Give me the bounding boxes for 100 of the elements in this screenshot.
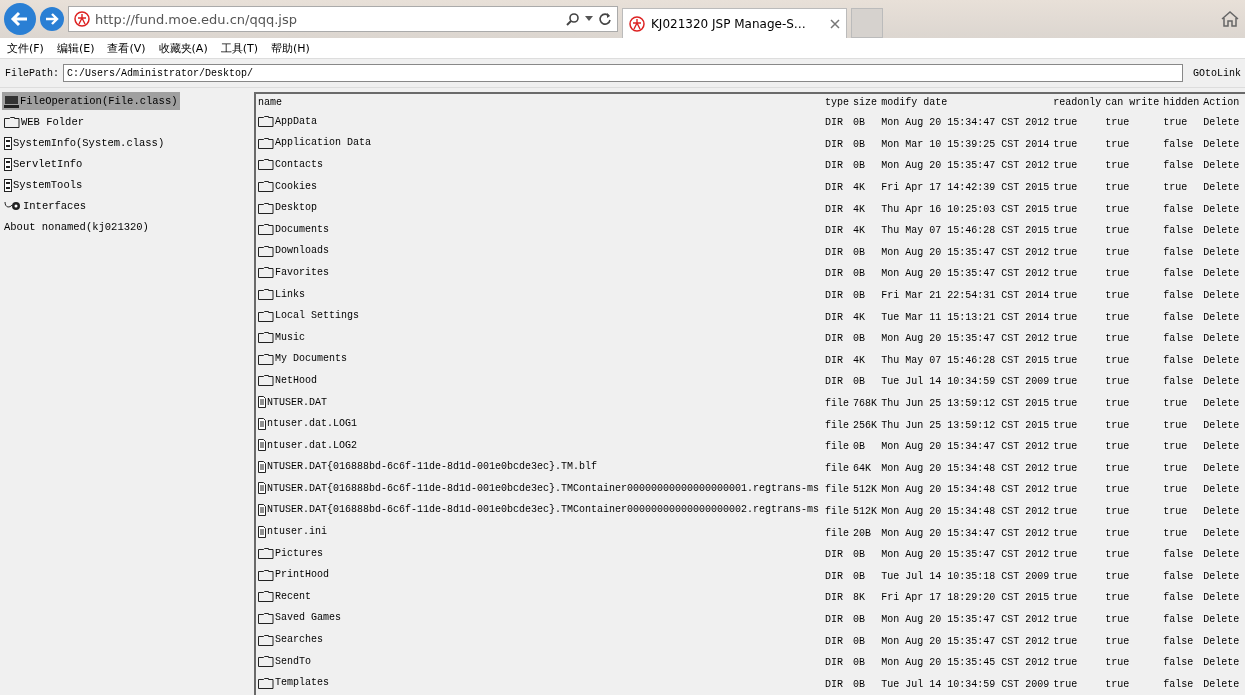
delete-link[interactable]: Delete: [1201, 155, 1242, 177]
file-name[interactable]: Downloads: [258, 244, 329, 257]
table-cell-text: false: [1162, 353, 1195, 368]
file-name[interactable]: PrintHood: [258, 568, 329, 581]
sidebar-item[interactable]: Interfaces: [2, 197, 88, 215]
file-name[interactable]: Application Data: [258, 136, 371, 149]
table-cell-text: true: [1104, 634, 1131, 649]
table-cell-text: true: [1104, 289, 1131, 304]
file-name[interactable]: NTUSER.DAT{016888bd-6c6f-11de-8d1d-001e0bcde3ec}.TMContainer00000000000000000002.regtrans-ms: [258, 504, 820, 516]
table-cell-text: true: [1052, 591, 1079, 606]
filepath-field[interactable]: C:/Users/Administrator/Desktop/: [63, 64, 1183, 82]
table-cell-text: true: [1104, 159, 1131, 174]
table-cell-text: true: [1162, 181, 1189, 196]
delete-link[interactable]: Delete: [1201, 479, 1242, 501]
file-name[interactable]: Documents: [258, 223, 329, 236]
table-cell-text: false: [1162, 656, 1195, 671]
delete-link[interactable]: Delete: [1201, 608, 1242, 631]
browser-tab[interactable]: KJ021320 JSP Manage-S…: [622, 8, 847, 38]
delete-link[interactable]: Delete: [1201, 435, 1242, 458]
close-icon[interactable]: [830, 18, 840, 29]
delete-link[interactable]: Delete: [1201, 176, 1242, 199]
table-cell-text: true: [1052, 483, 1079, 498]
file-name[interactable]: Cookies: [258, 180, 317, 193]
delete-link[interactable]: Delete: [1201, 306, 1242, 328]
back-button[interactable]: [4, 3, 36, 35]
file-name[interactable]: Local Settings: [258, 309, 359, 322]
file-name[interactable]: Saved Games: [258, 611, 341, 624]
delete-link[interactable]: Delete: [1201, 651, 1242, 674]
delete-link[interactable]: Delete: [1201, 457, 1242, 480]
delete-link[interactable]: Delete: [1201, 587, 1242, 609]
table-cell-text: Mon Aug 20 15:35:47 CST 2012: [880, 267, 1051, 282]
delete-link[interactable]: Delete: [1201, 565, 1242, 588]
delete-link[interactable]: Delete: [1201, 392, 1242, 415]
dropdown-caret-icon[interactable]: [585, 16, 593, 22]
delete-link[interactable]: Delete: [1201, 112, 1242, 134]
delete-link[interactable]: Delete: [1201, 500, 1242, 523]
file-name[interactable]: ntuser.dat.LOG1: [258, 417, 357, 430]
table-cell-text: true: [1052, 116, 1079, 131]
menu-item[interactable]: 编辑(E): [51, 40, 103, 56]
delete-link[interactable]: Delete: [1201, 630, 1242, 652]
file-name[interactable]: NTUSER.DAT{016888bd-6c6f-11de-8d1d-001e0bcde3ec}.TM.blf: [258, 460, 598, 473]
forward-button[interactable]: [40, 7, 64, 31]
table-cell-text: file: [824, 418, 851, 433]
delete-link[interactable]: Delete: [1201, 327, 1242, 350]
file-name[interactable]: NTUSER.DAT{016888bd-6c6f-11de-8d1d-001e0bcde3ec}.TMContainer00000000000000000001.regtrans-ms: [258, 482, 820, 495]
menu-item[interactable]: 帮助(H): [266, 40, 318, 56]
delete-link[interactable]: Delete: [1201, 263, 1242, 285]
delete-link[interactable]: Delete: [1201, 349, 1242, 372]
menu-item[interactable]: 文件(F): [2, 40, 52, 56]
delete-link[interactable]: Delete: [1201, 371, 1242, 393]
refresh-icon[interactable]: [598, 12, 612, 26]
table-cell-text: file: [824, 461, 851, 476]
table-cell-text: DIR: [824, 612, 845, 627]
sidebar-item[interactable]: FileOperation(File.class): [2, 92, 180, 110]
table-cell-text: true: [1104, 440, 1131, 455]
menu-item[interactable]: 查看(V): [102, 40, 154, 56]
delete-link[interactable]: Delete: [1201, 219, 1242, 242]
file-name[interactable]: SendTo: [258, 655, 311, 668]
table-cell-text: true: [1104, 505, 1131, 519]
delete-link[interactable]: Delete: [1201, 673, 1242, 695]
column-header: modify date: [880, 96, 949, 110]
sidebar-item[interactable]: SystemInfo(System.class): [2, 134, 167, 152]
table-cell-text: true: [1104, 181, 1131, 196]
sidebar-item[interactable]: WEB Folder: [2, 113, 86, 131]
file-name[interactable]: Contacts: [258, 158, 323, 171]
sidebar-item[interactable]: ServletInfo: [2, 155, 85, 173]
file-name[interactable]: ntuser.dat.LOG2: [258, 439, 357, 452]
go-to-link-button[interactable]: GOtoLink: [1187, 67, 1242, 79]
delete-link[interactable]: Delete: [1201, 522, 1242, 544]
file-name[interactable]: Links: [258, 288, 305, 301]
file-name[interactable]: Desktop: [258, 201, 317, 214]
sidebar-item[interactable]: About nonamed(kj021320): [2, 218, 151, 236]
table-cell-text: true: [1162, 483, 1189, 498]
file-name[interactable]: Music: [258, 331, 305, 344]
table-cell-text: file: [824, 440, 851, 455]
file-name[interactable]: My Documents: [258, 352, 347, 365]
delete-link[interactable]: Delete: [1201, 414, 1242, 436]
file-name[interactable]: AppData: [258, 115, 317, 128]
address-bar[interactable]: http://fund.moe.edu.cn/qqq.jsp: [68, 6, 618, 32]
delete-link[interactable]: Delete: [1201, 198, 1242, 220]
file-name[interactable]: Favorites: [258, 266, 329, 279]
sidebar-item[interactable]: SystemTools: [2, 176, 85, 194]
folder-icon: [258, 374, 274, 387]
folder-icon: [258, 331, 274, 344]
delete-link[interactable]: Delete: [1201, 543, 1242, 566]
file-name[interactable]: NetHood: [258, 374, 317, 387]
file-name[interactable]: Pictures: [258, 547, 323, 560]
file-name[interactable]: Recent: [258, 590, 311, 603]
table-cell-text: false: [1162, 634, 1195, 649]
file-name[interactable]: ntuser.ini: [258, 525, 327, 538]
file-name[interactable]: Searches: [258, 633, 323, 646]
file-name[interactable]: Templates: [258, 676, 329, 689]
home-icon[interactable]: [1221, 11, 1239, 27]
delete-link[interactable]: Delete: [1201, 241, 1242, 264]
file-name[interactable]: NTUSER.DAT: [258, 396, 327, 408]
delete-link[interactable]: Delete: [1201, 284, 1242, 307]
search-icon[interactable]: [566, 12, 580, 26]
menu-item[interactable]: 工具(T): [215, 40, 266, 56]
delete-link[interactable]: Delete: [1201, 133, 1242, 156]
menu-item[interactable]: 收藏夹(A): [153, 40, 216, 56]
